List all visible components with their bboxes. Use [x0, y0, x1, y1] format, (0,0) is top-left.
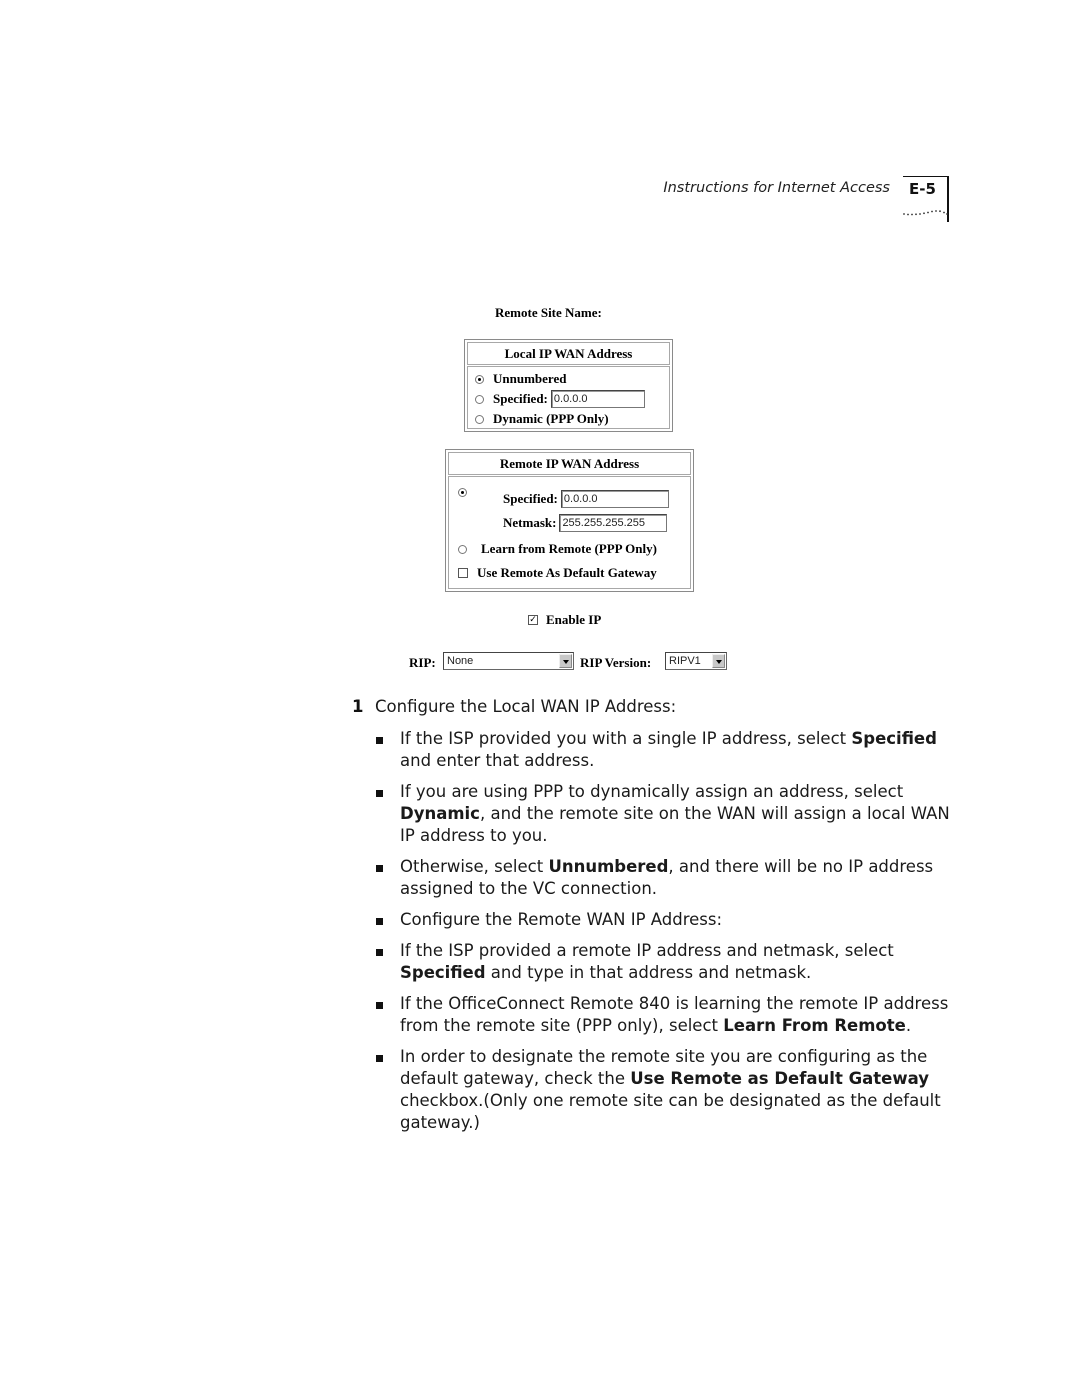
- radio-learn-from-remote[interactable]: [458, 544, 467, 554]
- bullet-text: If you are using PPP to dynamically assi…: [400, 781, 960, 847]
- netmask-input[interactable]: 255.255.255.255: [559, 514, 668, 532]
- enable-ip-checkbox[interactable]: ✓: [528, 615, 538, 625]
- option-specified[interactable]: Specified: 0.0.0.0: [475, 390, 645, 408]
- emphasis-term: Learn From Remote: [723, 1016, 906, 1035]
- remote-specified-row: Specified: 0.0.0.0: [503, 490, 669, 508]
- bullet-text: If the ISP provided you with a single IP…: [400, 728, 960, 772]
- text-run: .: [905, 1016, 912, 1035]
- option-dynamic-label: Dynamic (PPP Only): [493, 411, 609, 426]
- text-run: checkbox.(Only one remote site can be de…: [400, 1091, 941, 1132]
- netmask-label: Netmask:: [503, 515, 557, 530]
- text-run: If the ISP provided a remote IP address …: [400, 941, 894, 960]
- local-ip-wan-panel: Local IP WAN Address Unnumbered Specifie…: [464, 339, 673, 432]
- bullet-text: Configure the Remote WAN IP Address:: [400, 909, 960, 931]
- remote-ip-wan-title: Remote IP WAN Address: [448, 452, 691, 475]
- bullet-text: In order to designate the remote site yo…: [400, 1046, 960, 1134]
- remote-site-name-label: Remote Site Name:: [495, 305, 602, 320]
- chevron-down-icon[interactable]: [712, 654, 725, 668]
- step-number: 1: [352, 697, 364, 716]
- text-run: , and the remote site on the WAN will as…: [400, 804, 950, 845]
- rip-select[interactable]: None: [443, 652, 574, 670]
- bullet-icon: [376, 1055, 383, 1062]
- remote-netmask-row: Netmask: 255.255.255.255: [503, 514, 668, 532]
- bullet-text: If the OfficeConnect Remote 840 is learn…: [400, 993, 960, 1037]
- bullet-icon: [376, 949, 383, 956]
- rip-label: RIP:: [409, 655, 436, 670]
- learn-from-remote-label: Learn from Remote (PPP Only): [481, 541, 657, 556]
- bullet-text: Otherwise, select Unnumbered, and there …: [400, 856, 960, 900]
- text-run: If you are using PPP to dynamically assi…: [400, 782, 904, 801]
- bullet-icon: [376, 865, 383, 872]
- rip-version-select[interactable]: RIPV1: [665, 652, 727, 670]
- text-run: and type in that address and netmask.: [485, 963, 812, 982]
- emphasis-term: Specified: [400, 963, 486, 982]
- option-unnumbered[interactable]: Unnumbered: [475, 371, 566, 387]
- bullet-icon: [376, 1002, 383, 1009]
- radio-unnumbered[interactable]: [475, 374, 484, 384]
- rip-version-select-value: RIPV1: [669, 655, 701, 667]
- default-gateway-checkbox[interactable]: [458, 568, 468, 578]
- bullet-icon: [376, 737, 383, 744]
- emphasis-term: Dynamic: [400, 804, 480, 823]
- option-specified-label: Specified:: [493, 391, 548, 406]
- rip-select-value: None: [447, 655, 474, 667]
- local-specified-input[interactable]: 0.0.0.0: [550, 390, 645, 408]
- local-ip-wan-options: Unnumbered Specified: 0.0.0.0 Dynamic (P…: [467, 366, 670, 429]
- emphasis-term: Unnumbered: [548, 857, 669, 876]
- option-learn-from-remote[interactable]: Learn from Remote (PPP Only): [458, 541, 657, 557]
- bullet-text: If the ISP provided a remote IP address …: [400, 940, 960, 984]
- text-run: Otherwise, select: [400, 857, 549, 876]
- step-text: Configure the Local WAN IP Address:: [375, 697, 677, 716]
- running-header-title: Instructions for Internet Access: [663, 180, 890, 196]
- enable-ip-label: Enable IP: [546, 612, 602, 627]
- default-gateway-label: Use Remote As Default Gateway: [477, 565, 657, 580]
- dotted-wave-icon: [903, 210, 948, 216]
- emphasis-term: Use Remote as Default Gateway: [630, 1069, 929, 1088]
- rip-version-label: RIP Version:: [580, 655, 652, 670]
- page-tab-rule: [903, 176, 949, 177]
- text-run: If the ISP provided you with a single IP…: [400, 729, 852, 748]
- remote-ip-wan-options: Specified: 0.0.0.0 Netmask: 255.255.255.…: [448, 476, 691, 589]
- option-unnumbered-label: Unnumbered: [493, 371, 567, 386]
- bullet-icon: [376, 918, 383, 925]
- radio-specified[interactable]: [475, 394, 484, 404]
- text-run: Configure the Remote WAN IP Address:: [400, 910, 723, 929]
- text-run: and enter that address.: [400, 751, 595, 770]
- chevron-down-icon[interactable]: [559, 654, 572, 668]
- bullet-icon: [376, 790, 383, 797]
- radio-dynamic[interactable]: [475, 414, 484, 424]
- remote-specified-input[interactable]: 0.0.0.0: [560, 490, 669, 508]
- option-default-gateway[interactable]: Use Remote As Default Gateway: [458, 565, 657, 581]
- enable-ip-option[interactable]: ✓ Enable IP: [528, 612, 601, 628]
- radio-remote-specified[interactable]: [458, 488, 467, 497]
- page-number: E-5: [909, 180, 936, 198]
- local-ip-wan-title: Local IP WAN Address: [467, 342, 670, 365]
- remote-ip-wan-panel: Remote IP WAN Address Specified: 0.0.0.0…: [445, 449, 694, 592]
- emphasis-term: Specified: [851, 729, 937, 748]
- remote-specified-label: Specified:: [503, 491, 558, 506]
- option-dynamic[interactable]: Dynamic (PPP Only): [475, 411, 609, 427]
